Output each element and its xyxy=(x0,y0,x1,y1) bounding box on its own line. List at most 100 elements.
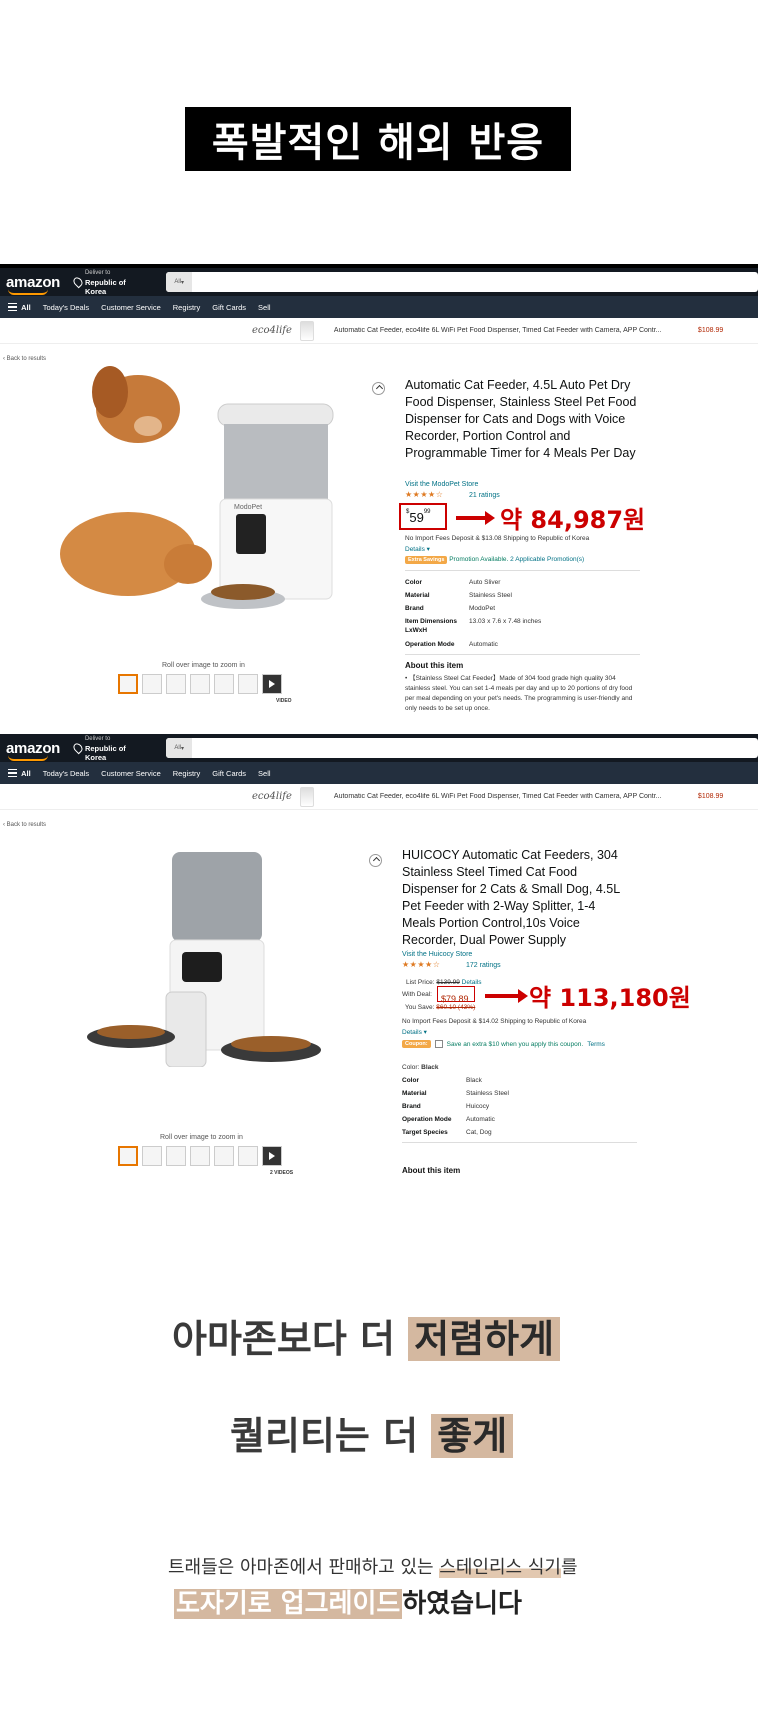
shipping-info: No Import Fees Deposit & $13.08 Shipping… xyxy=(405,535,590,542)
search-category-select[interactable]: All ▾ xyxy=(166,272,193,292)
thumbnail-1[interactable] xyxy=(118,1146,138,1166)
search-bar[interactable]: All ▾ xyxy=(166,272,758,292)
star-rating[interactable]: ★★★★☆ xyxy=(405,490,443,499)
thumbnail-5[interactable] xyxy=(214,1146,234,1166)
amazon-smile-icon xyxy=(8,289,48,295)
amazon-navbar: amazon Deliver to Republic of Korea All … xyxy=(0,734,758,762)
amazon-subnav: All Today's Deals Customer Service Regis… xyxy=(0,762,758,784)
thumbnail-strip xyxy=(118,674,282,694)
back-to-results[interactable]: ‹ Back to results xyxy=(0,810,758,828)
thumbnail-3[interactable] xyxy=(166,674,186,694)
store-link[interactable]: Visit the Huicocy Store xyxy=(402,951,472,958)
coupon-text: Save an extra $10 when you apply this co… xyxy=(446,1040,584,1048)
divider xyxy=(405,570,640,571)
spec-row: Material Stainless Steel xyxy=(405,592,512,599)
share-icon[interactable] xyxy=(372,382,385,395)
nav-all[interactable]: All xyxy=(8,769,31,778)
amazon-smile-icon xyxy=(8,755,48,761)
nav-all[interactable]: All xyxy=(8,303,31,312)
thumbnail-3[interactable] xyxy=(166,1146,186,1166)
kibble-left xyxy=(97,1025,165,1039)
ad-price: $108.99 xyxy=(697,793,724,800)
list-details-link[interactable]: Details xyxy=(462,979,482,986)
spec-row: Operation Mode Automatic xyxy=(405,641,498,648)
amazon-subnav: All Today's Deals Customer Service Regis… xyxy=(0,296,758,318)
promotion-link[interactable]: 2 Applicable Promotion(s) xyxy=(510,556,584,563)
nav-customer-service[interactable]: Customer Service xyxy=(101,769,161,778)
about-heading: About this item xyxy=(402,1166,461,1175)
nav-customer-service[interactable]: Customer Service xyxy=(101,303,161,312)
amazon-logo[interactable]: amazon xyxy=(6,274,60,295)
krw-price: 약 113,180원 xyxy=(529,984,691,1012)
share-icon[interactable] xyxy=(369,854,382,867)
thumbnail-6[interactable] xyxy=(238,674,258,694)
product-image[interactable] xyxy=(86,852,326,1067)
thumbnail-5[interactable] xyxy=(214,674,234,694)
price-fraction: 99 xyxy=(423,509,431,515)
search-bar[interactable]: All ▾ xyxy=(166,738,758,758)
deliver-to[interactable]: Deliver to Republic of Korea xyxy=(71,269,148,296)
copy-line-2: 퀄리티는 더 좋게 xyxy=(230,1405,514,1460)
store-link[interactable]: Visit the ModoPet Store xyxy=(405,481,478,488)
deal-price: $79.89 xyxy=(441,994,469,1004)
deliver-to[interactable]: Deliver to Republic of Korea xyxy=(71,735,148,762)
nav-todays-deals[interactable]: Today's Deals xyxy=(43,303,89,312)
nav-registry[interactable]: Registry xyxy=(173,769,201,778)
video-thumbnail[interactable] xyxy=(262,674,282,694)
dog-ear xyxy=(92,366,128,418)
price-box: $5999 xyxy=(399,503,447,530)
thumbnail-4[interactable] xyxy=(190,1146,210,1166)
nav-sell[interactable]: Sell xyxy=(258,303,271,312)
ad-product-image xyxy=(299,786,314,807)
thumbnail-1[interactable] xyxy=(118,674,138,694)
nav-sell[interactable]: Sell xyxy=(258,769,271,778)
dog-muzzle xyxy=(134,416,162,436)
coupon-badge: Coupon: xyxy=(402,1040,431,1048)
footer-line-1: 트래들은 아마존에서 판매하고 있는 스테인리스 식기를 xyxy=(168,1557,578,1578)
headline: 폭발적인 해외 반응 xyxy=(211,120,545,166)
footer-line-2: 도자기로 업그레이드하였습니다 xyxy=(174,1589,522,1619)
ad-text[interactable]: Automatic Cat Feeder, eco4life 6L WiFi P… xyxy=(334,327,688,334)
hamburger-icon xyxy=(8,302,17,312)
details-link[interactable]: Details ▾ xyxy=(402,1028,427,1036)
spec-row: Color Auto Sliver xyxy=(405,579,501,586)
krw-price: 약 84,987원 xyxy=(500,506,646,534)
amazon-screenshot-1: amazon Deliver to Republic of Korea All … xyxy=(0,264,758,734)
spec-row: Item Dimensions LxWxH 13.03 x 7.6 x 7.48 … xyxy=(405,618,542,634)
ratings-count[interactable]: 172 ratings xyxy=(466,962,501,969)
thumbnail-2[interactable] xyxy=(142,1146,162,1166)
play-icon xyxy=(269,1152,275,1160)
kibble-right xyxy=(231,1036,311,1052)
thumbnail-6[interactable] xyxy=(238,1146,258,1166)
headline-box: 폭발적인 해외 반응 xyxy=(185,107,571,171)
nav-gift-cards[interactable]: Gift Cards xyxy=(212,303,246,312)
spec-table: Color Auto Sliver Material Stainless Steel… xyxy=(405,576,541,651)
details-link[interactable]: Details ▾ xyxy=(405,545,430,553)
about-heading: About this item xyxy=(405,661,464,670)
feeder-lid xyxy=(217,403,334,427)
nav-registry[interactable]: Registry xyxy=(173,303,201,312)
play-icon xyxy=(269,680,275,688)
ad-text[interactable]: Automatic Cat Feeder, eco4life 6L WiFi P… xyxy=(334,793,688,800)
video-label: 2 VIDEOS xyxy=(270,1170,294,1176)
search-category-select[interactable]: All ▾ xyxy=(166,738,193,758)
video-thumbnail[interactable] xyxy=(262,1146,282,1166)
star-rating[interactable]: ★★★★☆ xyxy=(402,960,440,969)
nav-gift-cards[interactable]: Gift Cards xyxy=(212,769,246,778)
amazon-logo[interactable]: amazon xyxy=(6,740,60,761)
spec-row: Brand ModoPet xyxy=(405,605,496,612)
deal-price-box: $79.89 xyxy=(437,986,475,1004)
about-text: • 【Stainless Steel Cat Feeder】Made of 30… xyxy=(405,675,633,712)
back-to-results[interactable]: ‹ Back to results xyxy=(0,344,758,362)
thumbnail-2[interactable] xyxy=(142,674,162,694)
nav-todays-deals[interactable]: Today's Deals xyxy=(43,769,89,778)
sponsored-ad-bar[interactable]: eco4life Automatic Cat Feeder, eco4life … xyxy=(0,784,758,810)
red-arrow xyxy=(456,511,495,525)
shipping-info: No Import Fees Deposit & $14.02 Shipping… xyxy=(402,1018,587,1025)
thumbnail-4[interactable] xyxy=(190,674,210,694)
coupon-checkbox[interactable] xyxy=(434,1040,443,1048)
sponsored-ad-bar[interactable]: eco4life Automatic Cat Feeder, eco4life … xyxy=(0,318,758,344)
ratings-count[interactable]: 21 ratings xyxy=(469,492,500,499)
coupon-terms[interactable]: Terms xyxy=(587,1041,605,1048)
product-image[interactable]: ModoPet xyxy=(58,364,358,614)
